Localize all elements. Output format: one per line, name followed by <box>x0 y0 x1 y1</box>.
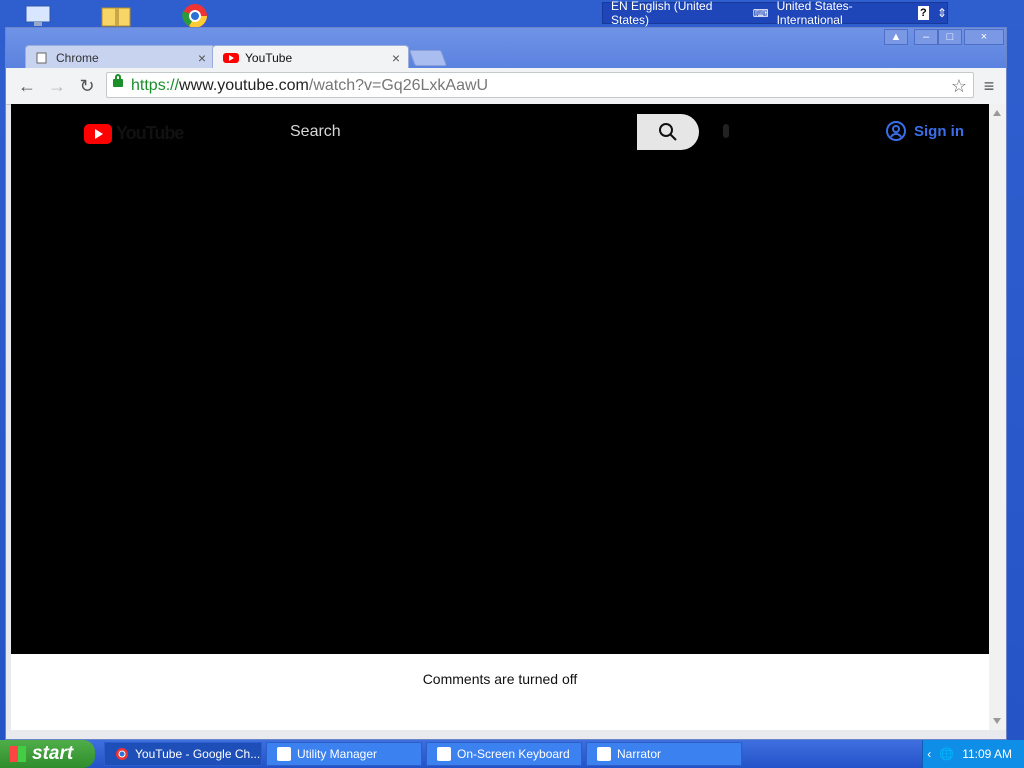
youtube-icon <box>223 52 239 63</box>
account-icon <box>886 121 906 141</box>
bookmark-star-icon[interactable]: ☆ <box>951 73 967 99</box>
scroll-down-icon[interactable] <box>993 718 1001 724</box>
tab-label: Chrome <box>56 50 99 65</box>
start-label: start <box>32 743 74 764</box>
tab-youtube[interactable]: YouTube × <box>212 45 409 69</box>
narrator-icon <box>597 747 611 761</box>
windows-flag-icon <box>10 746 26 762</box>
keyboard-icon <box>437 747 451 761</box>
youtube-logo[interactable]: YouTube <box>84 123 184 144</box>
scroll-up-icon[interactable] <box>993 110 1001 116</box>
video-player[interactable]: YouTube Search Sign in <box>11 104 989 654</box>
taskbar-item-onscreen-keyboard[interactable]: On-Screen Keyboard <box>426 742 582 766</box>
chrome-window: Chrome × YouTube × ▲ – □ × ← → ↻ https:/… <box>5 27 1007 740</box>
start-button[interactable]: start <box>0 740 95 768</box>
url-path: /watch?v=Gq26LxkAawU <box>308 77 489 94</box>
url-host: www.youtube.com <box>179 77 309 94</box>
taskbar-item-label: Utility Manager <box>297 747 378 761</box>
language-label[interactable]: EN English (United States) <box>611 0 745 27</box>
my-computer-icon[interactable] <box>22 2 56 30</box>
taskbar-item-narrator[interactable]: Narrator <box>586 742 742 766</box>
network-icon[interactable]: 🌐 <box>939 747 954 761</box>
play-icon <box>84 123 112 144</box>
chrome-icon[interactable] <box>178 2 212 30</box>
chrome-icon <box>116 748 128 760</box>
search-button[interactable] <box>637 114 699 150</box>
close-window-button[interactable]: × <box>964 29 1004 45</box>
clock[interactable]: 11:09 AM <box>962 747 1012 761</box>
chevron-icon[interactable]: ⇕ <box>937 6 947 20</box>
tab-label: YouTube <box>245 50 293 65</box>
taskbar-item-label: YouTube - Google Ch... <box>135 747 261 761</box>
close-icon[interactable]: × <box>198 50 206 66</box>
page-icon <box>36 52 47 63</box>
taskbar-item-youtube[interactable]: YouTube - Google Ch... <box>104 742 262 766</box>
taskbar-item-utility-manager[interactable]: Utility Manager <box>266 742 422 766</box>
new-tab-button[interactable] <box>409 50 447 66</box>
utility-manager-icon <box>277 747 291 761</box>
window-titlebar: Chrome × YouTube × ▲ – □ × <box>6 28 1006 69</box>
logo-text: YouTube <box>116 123 184 143</box>
language-bar: EN English (United States) ⌨ United Stat… <box>602 0 948 27</box>
profile-icon[interactable]: ▲ <box>884 29 908 45</box>
url-scheme: https:// <box>131 77 180 94</box>
maximize-button[interactable]: □ <box>938 29 962 45</box>
taskbar: start YouTube - Google Ch... Utility Man… <box>0 740 1024 768</box>
chevron-left-icon[interactable]: ‹ <box>927 747 931 761</box>
desktop: EN English (United States) ⌨ United Stat… <box>0 0 1024 740</box>
forward-button[interactable]: → <box>46 76 68 96</box>
close-icon[interactable]: × <box>392 50 400 66</box>
address-bar[interactable]: https://www.youtube.com/watch?v=Gq26LxkA… <box>106 72 974 98</box>
microphone-icon[interactable] <box>723 124 729 138</box>
search-icon <box>659 123 677 141</box>
system-tray: ‹ 🌐 11:09 AM <box>922 740 1024 768</box>
taskbar-item-label: On-Screen Keyboard <box>457 747 570 761</box>
lock-icon <box>113 74 123 87</box>
sign-in-button[interactable]: Sign in <box>886 121 964 141</box>
help-icon[interactable]: ? <box>917 6 929 20</box>
comments-status: Comments are turned off <box>422 671 578 687</box>
folder-zip-icon[interactable] <box>100 2 134 30</box>
tab-chrome[interactable]: Chrome × <box>25 45 215 69</box>
search-input[interactable]: Search <box>290 123 341 141</box>
reload-button[interactable]: ↻ <box>76 76 98 96</box>
back-button[interactable]: ← <box>16 76 38 96</box>
keyboard-layout-label[interactable]: United States-International <box>777 0 910 27</box>
browser-toolbar: ← → ↻ https://www.youtube.com/watch?v=Gq… <box>6 68 1006 105</box>
menu-icon[interactable]: ≡ <box>978 76 1000 96</box>
minimize-button[interactable]: – <box>914 29 938 45</box>
sign-in-label: Sign in <box>914 122 964 140</box>
taskbar-item-label: Narrator <box>617 747 662 761</box>
keyboard-icon: ⌨ <box>752 7 769 20</box>
web-content: YouTube Search Sign in Comments are turn… <box>11 104 989 730</box>
vertical-scrollbar[interactable] <box>989 104 1006 730</box>
